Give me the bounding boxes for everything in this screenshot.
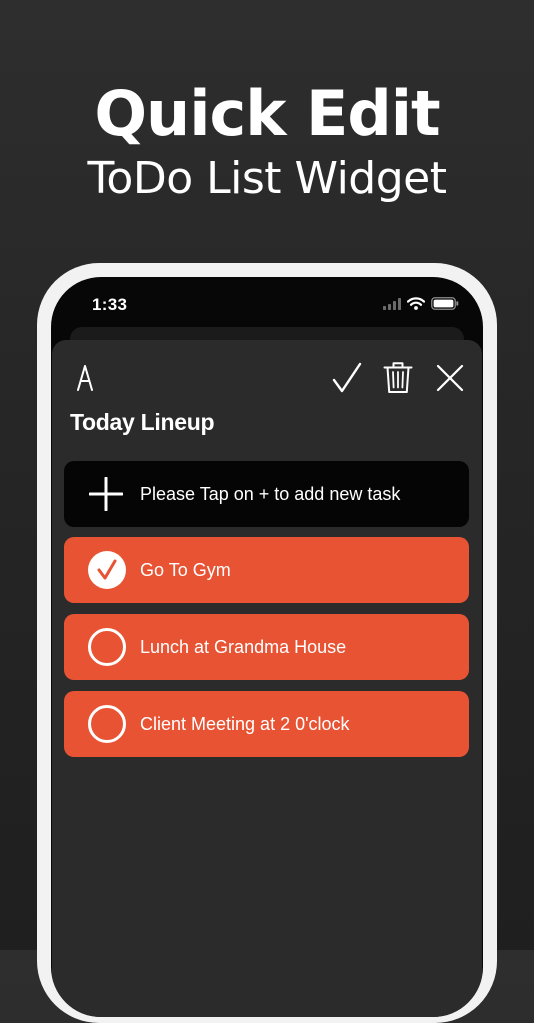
- close-icon[interactable]: [436, 364, 464, 392]
- add-task-hint: Please Tap on + to add new task: [140, 484, 401, 504]
- widget-edit-sheet: Today Lineup Please Tap on + to add new …: [52, 340, 482, 1017]
- add-task-row[interactable]: Please Tap on + to add new task: [64, 461, 469, 527]
- promo-headline: Quick Edit: [94, 77, 440, 150]
- status-icons: [383, 297, 459, 310]
- battery-icon: [431, 297, 459, 310]
- phone-screen: 1:33 Today Lineup Please Tap on + to add…: [51, 277, 483, 1017]
- signal-icon: [383, 297, 401, 310]
- plus-icon: [89, 477, 123, 511]
- task-label: Client Meeting at 2 0'clock: [140, 714, 350, 734]
- task-row[interactable]: Client Meeting at 2 0'clock: [64, 691, 469, 757]
- task-label: Lunch at Grandma House: [140, 637, 347, 657]
- task-row[interactable]: Go To Gym: [64, 537, 469, 603]
- task-checkbox[interactable]: [88, 628, 126, 666]
- task-checkbox-checked[interactable]: [88, 551, 126, 589]
- pen-nib-icon[interactable]: [75, 364, 95, 392]
- task-checkbox[interactable]: [88, 705, 126, 743]
- checkmark-icon[interactable]: [332, 362, 362, 394]
- task-row[interactable]: Lunch at Grandma House: [64, 614, 469, 680]
- promo-subheadline: ToDo List Widget: [87, 153, 447, 204]
- status-time: 1:33: [92, 295, 128, 314]
- wifi-icon: [407, 297, 425, 310]
- trash-icon[interactable]: [383, 361, 413, 394]
- list-title: Today Lineup: [70, 409, 215, 435]
- task-label: Go To Gym: [140, 560, 231, 580]
- checkmark-icon: [97, 559, 117, 580]
